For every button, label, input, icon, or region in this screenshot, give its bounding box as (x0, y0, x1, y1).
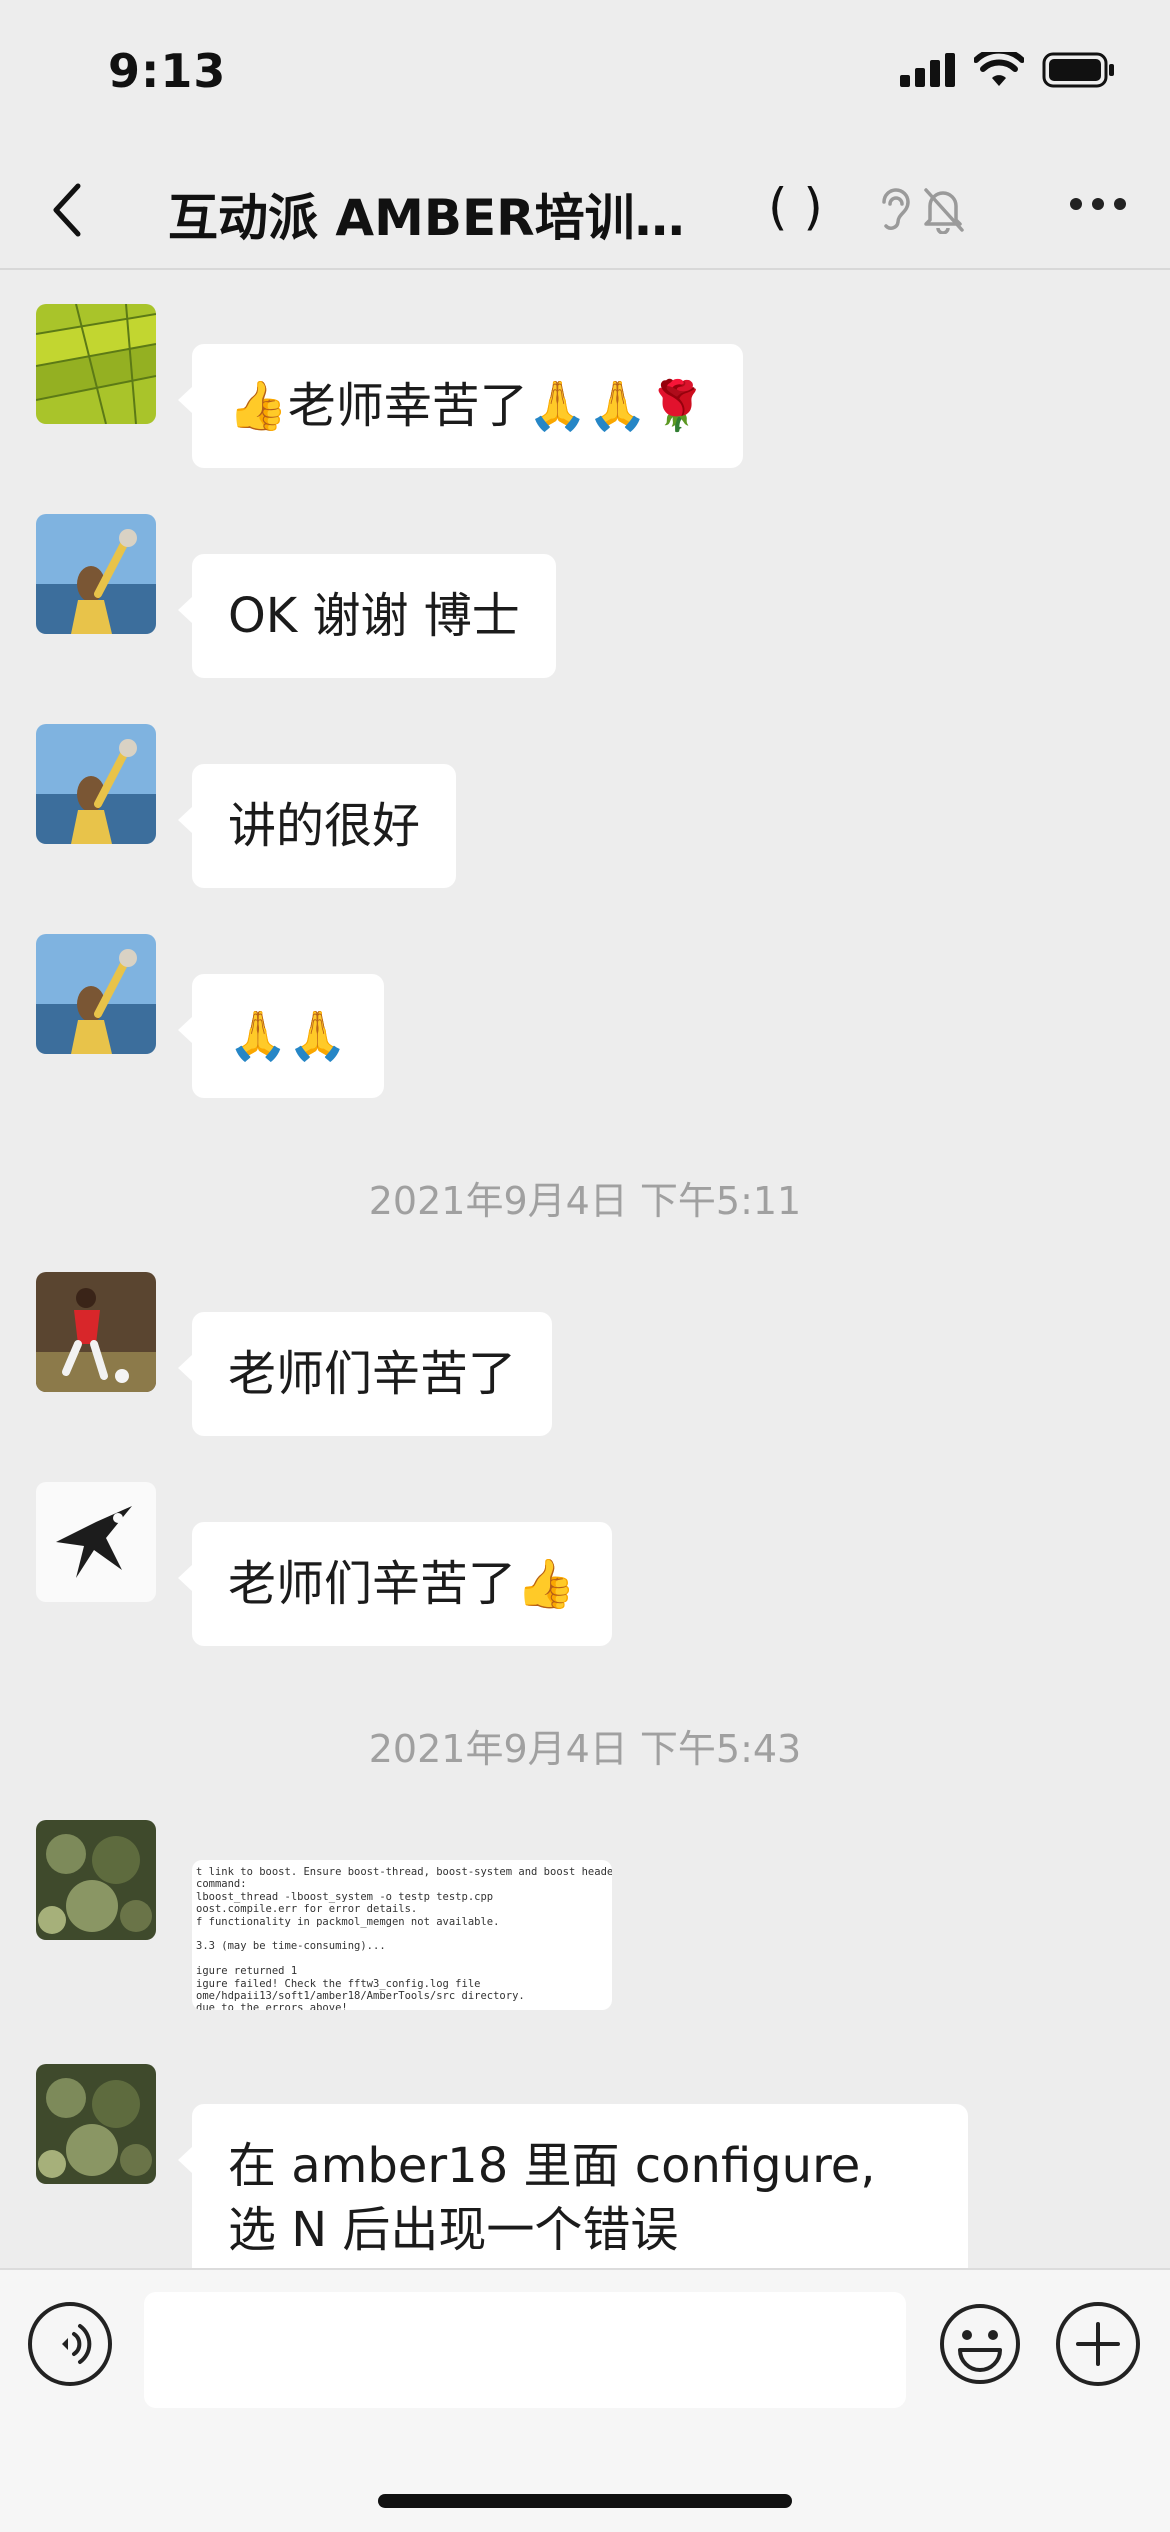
more-functions-button[interactable] (1056, 2302, 1140, 2386)
battery-icon (1042, 52, 1114, 88)
terminal-line: 3.3 (may be time-consuming)... (196, 1940, 386, 1953)
avatar[interactable] (36, 934, 156, 1054)
message-input[interactable] (144, 2292, 906, 2408)
terminal-line: oost.compile.err for error details. (196, 1903, 418, 1916)
message-bubble[interactable]: 在 amber18 里面 configure, 选 N 后出现一个错误 (178, 2104, 968, 2268)
chat-header: 互动派 AMBER培训班... ( ) (0, 150, 1170, 270)
avatar[interactable] (36, 304, 156, 424)
input-bar (0, 2268, 1170, 2532)
message-bubble[interactable]: 🙏🙏 (178, 974, 384, 1098)
terminal-line: t link to boost. Ensure boost-thread, bo… (196, 1866, 612, 1878)
earpiece-mode-icon (882, 188, 910, 230)
message-bubble[interactable]: 老师们辛苦了👍 (178, 1522, 612, 1646)
message-bubble[interactable]: 👍老师幸苦了🙏🙏🌹 (177, 344, 744, 468)
girl-sea-avatar-icon (36, 934, 156, 1054)
image-message[interactable]: t link to boost. Ensure boost-thread, bo… (192, 1860, 612, 2010)
terminal-line: ome/hdpaii13/soft1/amber18/AmberTools/sr… (196, 1990, 525, 2003)
status-bar: 9:13 (0, 0, 1170, 150)
message-bubble[interactable]: OK 谢谢 博士 (178, 554, 556, 678)
bronze-dragon-avatar-icon (36, 2064, 156, 2184)
avatar[interactable] (36, 514, 156, 634)
terminal-line: igure returned 1 (196, 1965, 298, 1978)
voice-input-button[interactable] (28, 2302, 112, 2386)
terminal-line: igure failed! Check the fftw3_config.log… (196, 1977, 481, 1990)
plus-icon (1076, 2322, 1120, 2366)
terminal-line: command: (196, 1878, 247, 1891)
status-time: 9:13 (108, 44, 227, 98)
back-arrow-icon[interactable] (44, 178, 94, 242)
cellular-signal-icon (900, 53, 955, 87)
member-count: ( ) (768, 178, 823, 236)
avatar[interactable] (36, 1820, 156, 1940)
terminal-line: lboost_thread -lboost_system -o testp te… (196, 1890, 494, 1903)
avatar[interactable] (36, 2064, 156, 2184)
message-bubble[interactable]: 老师们辛苦了 (177, 1312, 553, 1436)
girl-sea-avatar-icon (36, 514, 156, 634)
avatar[interactable] (36, 1482, 156, 1602)
magpie-avatar-icon (36, 1482, 156, 1602)
message-list[interactable]: 👍老师幸苦了🙏🙏🌹 OK 谢谢 博士 讲的很好 🙏🙏 2021年9月4日 下午5… (0, 272, 1170, 2268)
avatar[interactable] (36, 724, 156, 844)
wifi-icon (974, 52, 1024, 86)
status-icons (900, 52, 1116, 88)
emoji-icon[interactable] (938, 2302, 1022, 2386)
avatar[interactable] (36, 1272, 156, 1392)
terminal-line: f functionality in packmol_memgen not av… (196, 1915, 500, 1928)
message-bubble[interactable]: 讲的很好 (177, 764, 457, 888)
bronze-dragon-avatar-icon (36, 1820, 156, 1940)
more-options-button[interactable] (1070, 198, 1126, 210)
home-indicator (378, 2494, 792, 2508)
timestamp: 2021年9月4日 下午5:43 (368, 1727, 802, 1771)
chat-title[interactable]: 互动派 AMBER培训班... (168, 178, 728, 250)
soccer-player-avatar-icon (36, 1272, 156, 1392)
mute-bell-icon (924, 188, 964, 234)
girl-sea-avatar-icon (36, 724, 156, 844)
rice-field-avatar-icon (36, 304, 156, 424)
terminal-line: due to the errors above! (196, 2002, 348, 2010)
timestamp: 2021年9月4日 下午5:11 (368, 1179, 802, 1223)
voice-icon (62, 2324, 92, 2364)
